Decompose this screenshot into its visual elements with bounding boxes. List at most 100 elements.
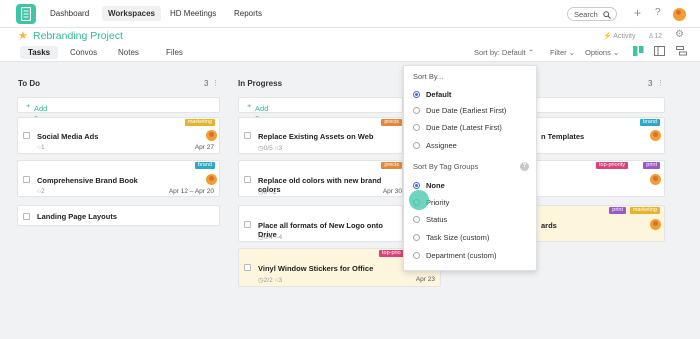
project-title: Rebranding Project [33,30,123,42]
add-task-third[interactable] [520,97,665,113]
sort-option-label: Default [426,90,452,99]
due-date: Apr 12 – Apr 20 [168,188,214,195]
list-view-icon[interactable] [654,46,665,56]
task-checkbox[interactable] [23,132,30,139]
group-option-status[interactable]: Status [413,215,531,225]
group-option-label: Priority [426,198,450,207]
nav-dashboard[interactable]: Dashboard [50,9,89,18]
tab-files[interactable]: Files [166,48,183,57]
add-task-todo[interactable]: + Add a Task [17,97,220,131]
nav-reports[interactable]: Reports [234,9,262,18]
task-card[interactable]: marketing Social Media Ads ○1 Apr 27 [17,117,220,154]
search-label: Search [574,10,598,19]
radio-selected [413,91,420,98]
task-card[interactable]: print marketing ards [520,205,665,242]
group-option-department[interactable]: Department (custom) [413,251,531,261]
task-title: ards [541,221,557,230]
sort-option-label: Due Date (Latest First) [426,123,502,132]
add-task-in-progress[interactable]: + Add a Task [238,97,403,131]
sort-option-default[interactable]: Default [413,90,531,100]
task-title: Vinyl Window Stickers for Office [258,264,374,273]
activity-label: Activity [613,33,636,40]
task-card[interactable]: Place all formats of New Logo onto Drive… [238,205,403,242]
plus-icon[interactable]: + [634,7,641,19]
sort-option-due-earliest[interactable]: Due Date (Earliest First) [413,106,531,116]
app-logo[interactable] [16,4,36,24]
task-checkbox[interactable] [244,264,251,271]
assignee-avatar [206,130,217,141]
task-card[interactable]: top-priority print [520,160,665,197]
tag-print: print [643,162,660,169]
task-checkbox[interactable] [23,176,30,183]
task-checkbox[interactable] [244,132,251,139]
task-checkbox[interactable] [244,221,251,228]
tab-notes[interactable]: Notes [118,48,139,57]
assignee-avatar [650,174,661,185]
sort-option-due-latest[interactable]: Due Date (Latest First) [413,123,531,133]
filter-label: Filter [550,48,567,57]
task-title: Social Media Ads [37,132,99,141]
group-option-none[interactable]: None [413,181,531,191]
task-card[interactable]: Landing Page Layouts [17,205,220,226]
tag-groups-heading: Sort By Tag Groups [413,162,479,171]
help-icon[interactable]: ? [520,162,529,171]
task-title: Replace old colors with new brand colors [258,176,382,194]
project-header: ★ Rebranding Project ⚡ Activity ♙12 ⚙ Ta… [0,28,700,62]
star-icon[interactable]: ★ [18,29,28,42]
more-icon[interactable]: ⋮ [212,79,219,87]
sort-option-assignee[interactable]: Assignee [413,141,531,151]
board-view-icon[interactable] [633,46,644,56]
timeline-view-icon[interactable] [676,46,687,56]
nav-workspaces[interactable]: Workspaces [102,6,161,21]
assignee-avatar [206,174,217,185]
add-task-label: + Add a Task [247,101,270,131]
tag-top-priority: top-priority [596,162,628,169]
search-input[interactable]: Search [567,7,617,21]
task-card[interactable]: precis Replace old colors with new brand… [238,160,403,197]
column-count-todo: 3 [204,79,209,88]
tag-brand: brand [639,119,660,126]
radio [413,234,420,241]
group-option-label: Status [426,215,448,224]
task-title: Comprehensive Brand Book [37,176,138,185]
due-date: Apr 30 [382,188,402,195]
logo-icon [21,7,31,21]
user-avatar[interactable] [673,8,686,21]
tag-marketing: marketing [184,119,215,126]
tag-top-priority: top-prio [379,250,404,257]
group-option-task-size[interactable]: Task Size (custom) [413,233,531,243]
column-title-todo: To Do [18,79,41,88]
radio-selected [413,182,420,189]
task-card[interactable]: precis Replace Existing Assets on Web ◷0… [238,117,403,154]
options-button[interactable]: Options ⌄ [585,48,619,57]
radio [413,124,420,131]
radio [413,142,420,149]
sort-by-label: Sort by: Default [474,48,526,57]
chevron-up-icon: ⌃ [527,48,535,57]
more-icon[interactable]: ⋮ [657,79,664,87]
radio [413,216,420,223]
members-count[interactable]: ♙12 [648,32,662,40]
tab-tasks[interactable]: Tasks [20,46,59,59]
comment-count: ○2 [37,188,45,195]
top-navigation-bar: Dashboard Workspaces HD Meetings Reports… [0,0,700,28]
help-icon[interactable]: ? [655,7,661,19]
gear-icon[interactable]: ⚙ [675,29,684,40]
task-checkbox[interactable] [23,213,30,220]
nav-hd-meetings[interactable]: HD Meetings [170,9,216,18]
task-checkbox[interactable] [244,176,251,183]
tag-marketing: marketing [629,207,660,214]
tab-convos[interactable]: Convos [70,48,97,57]
task-card[interactable]: brand Comprehensive Brand Book ○2 Apr 12… [17,160,220,197]
group-option-label: Department (custom) [426,251,497,260]
group-option-priority[interactable]: Priority [413,198,531,208]
tag-brand: brand [194,162,215,169]
radio [413,252,420,259]
activity-link[interactable]: ⚡ Activity [603,32,635,40]
due-date: Apr 23 [415,276,435,283]
tag-precision: precis [381,119,402,126]
task-card[interactable]: brand n Templates [520,117,665,154]
sort-by-button[interactable]: Sort by: Default ⌃ [474,48,534,57]
filter-button[interactable]: Filter ⌄ [550,48,575,57]
search-icon [603,11,611,19]
